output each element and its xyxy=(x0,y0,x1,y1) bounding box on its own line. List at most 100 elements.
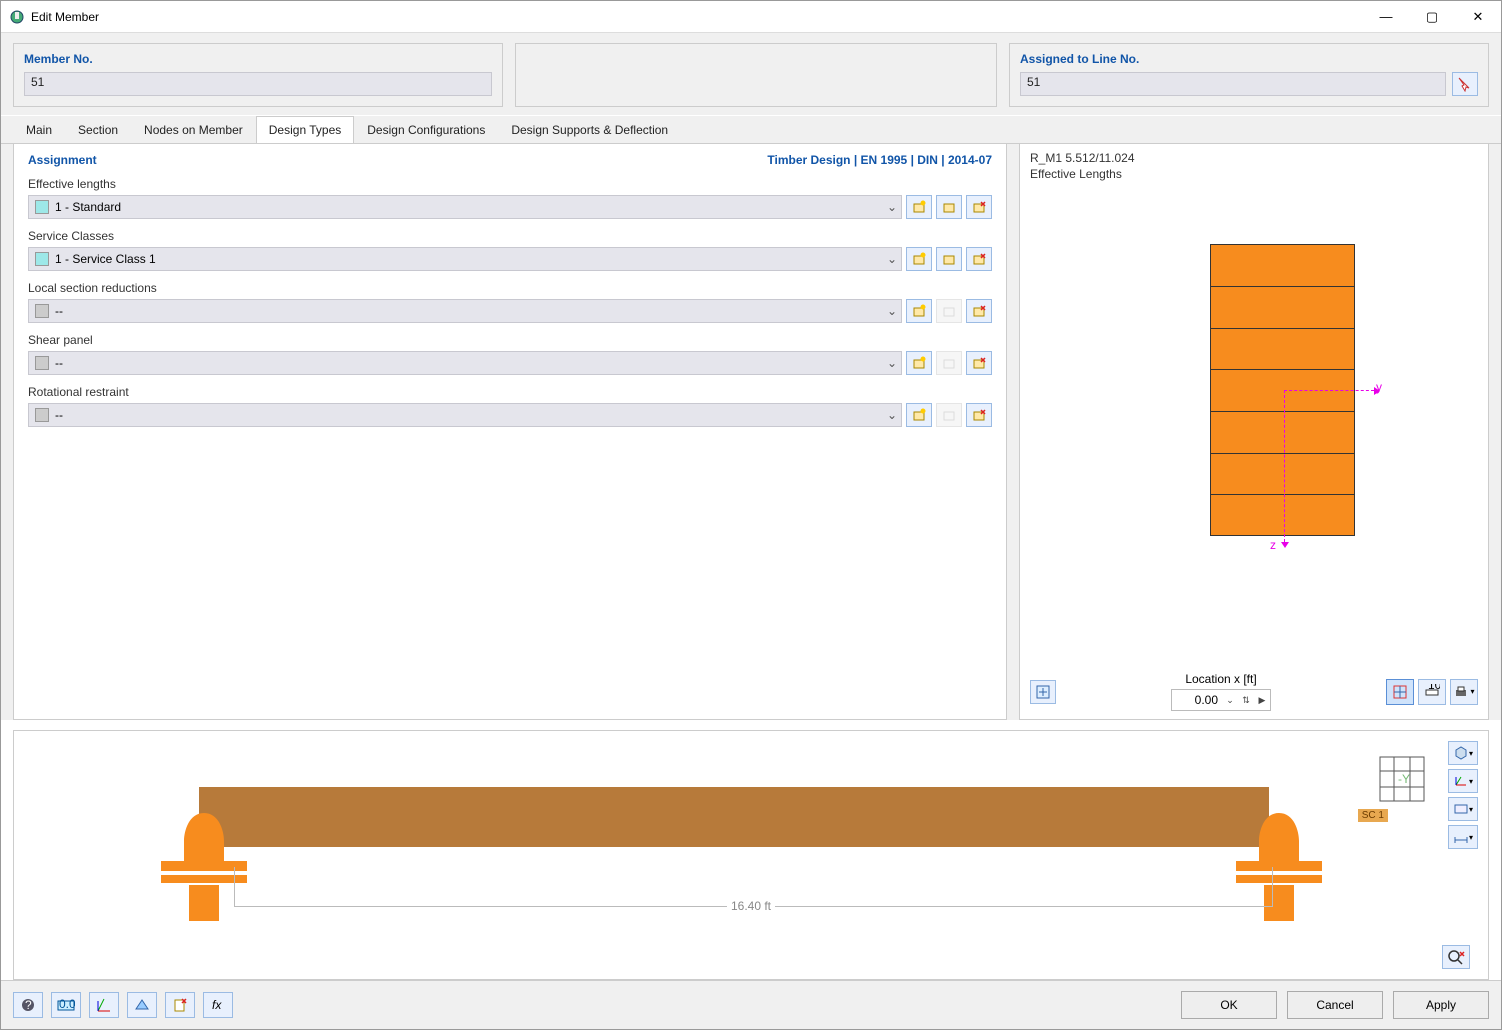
delete-service-class-button[interactable] xyxy=(966,247,992,271)
titlebar: Edit Member — ▢ ✕ xyxy=(1,1,1501,33)
tab-main[interactable]: Main xyxy=(13,116,65,143)
chevron-down-icon: ⌄ xyxy=(887,304,897,318)
render-mode-button[interactable] xyxy=(127,992,157,1018)
minimize-button[interactable]: — xyxy=(1363,1,1409,33)
assigned-line-input[interactable]: 51 xyxy=(1020,72,1446,96)
member-no-input[interactable]: 51 xyxy=(24,72,492,96)
swatch-icon xyxy=(35,252,49,266)
delete-effective-length-button[interactable] xyxy=(966,195,992,219)
axes-button[interactable]: ▾ xyxy=(1448,769,1478,793)
svg-text:?: ? xyxy=(25,998,32,1012)
edit-effective-length-button[interactable] xyxy=(936,195,962,219)
service-classes-combo[interactable]: 1 - Service Class 1 ⌄ xyxy=(28,247,902,271)
svg-text:100: 100 xyxy=(1428,684,1440,692)
cancel-button[interactable]: Cancel xyxy=(1287,991,1383,1019)
effective-lengths-label: Effective lengths xyxy=(28,177,992,191)
delete-local-reduction-button[interactable] xyxy=(966,299,992,323)
delete-rotational-restraint-button[interactable] xyxy=(966,403,992,427)
swatch-icon xyxy=(35,200,49,214)
new-service-class-button[interactable] xyxy=(906,247,932,271)
delete-shear-panel-button[interactable] xyxy=(966,351,992,375)
edit-shear-panel-button xyxy=(936,351,962,375)
shear-panel-combo[interactable]: -- ⌄ xyxy=(28,351,902,375)
updown-icon: ⇅ xyxy=(1238,695,1254,706)
swatch-icon xyxy=(35,356,49,370)
member-no-label: Member No. xyxy=(24,52,492,66)
new-effective-length-button[interactable] xyxy=(906,195,932,219)
span-dimension-label: 16.40 ft xyxy=(727,899,775,913)
shear-panel-label: Shear panel xyxy=(28,333,992,347)
maximize-button[interactable]: ▢ xyxy=(1409,1,1455,33)
svg-text:-Y: -Y xyxy=(1398,772,1410,786)
window-controls: — ▢ ✕ xyxy=(1363,1,1501,33)
service-classes-label: Service Classes xyxy=(28,229,992,243)
cross-section-viewport[interactable]: y z xyxy=(1030,182,1478,666)
assigned-line-panel: Assigned to Line No. 51 xyxy=(1009,43,1489,107)
function-button[interactable]: fx xyxy=(203,992,233,1018)
svg-text:0.00: 0.00 xyxy=(59,997,75,1011)
clipboard-button[interactable] xyxy=(165,992,195,1018)
section-options-button[interactable] xyxy=(1030,680,1056,704)
pick-line-button[interactable] xyxy=(1452,72,1478,96)
dimensions-button[interactable]: 100 xyxy=(1418,679,1446,705)
location-x-spinner[interactable]: 0.00 ⌄ ⇅ ▶ xyxy=(1171,689,1271,711)
chevron-down-icon: ⌄ xyxy=(887,356,897,370)
chevron-down-icon: ⌄ xyxy=(887,252,897,266)
close-button[interactable]: ✕ xyxy=(1455,1,1501,33)
tab-design-types[interactable]: Design Types xyxy=(256,116,355,143)
rotational-restraint-label: Rotational restraint xyxy=(28,385,992,399)
window-title: Edit Member xyxy=(31,10,1363,24)
edit-local-reduction-button xyxy=(936,299,962,323)
apply-button[interactable]: Apply xyxy=(1393,991,1489,1019)
chevron-down-icon: ⌄ xyxy=(887,408,897,422)
member-no-panel: Member No. 51 xyxy=(13,43,503,107)
units-button[interactable]: 0.00 xyxy=(51,992,81,1018)
fit-view-button[interactable] xyxy=(1386,679,1414,705)
chevron-down-icon: ⌄ xyxy=(887,200,897,214)
axis-z-icon xyxy=(1284,390,1285,542)
swatch-icon xyxy=(35,304,49,318)
design-standard-info: Timber Design | EN 1995 | DIN | 2014-07 xyxy=(767,153,992,167)
beam-icon xyxy=(199,787,1269,847)
print-button[interactable]: ▾ xyxy=(1450,679,1478,705)
chevron-down-icon: ⌄ xyxy=(1222,695,1238,706)
display-toggle-button[interactable]: ▾ xyxy=(1448,797,1478,821)
member-viewport[interactable]: SC 1 16.40 ft -Y ▾ ▾ ▾ ▾ xyxy=(13,730,1489,980)
nav-cube[interactable]: -Y xyxy=(1374,751,1430,807)
view-cube-button[interactable]: ▾ xyxy=(1448,741,1478,765)
new-shear-panel-button[interactable] xyxy=(906,351,932,375)
edit-service-class-button[interactable] xyxy=(936,247,962,271)
tab-design-supports-deflection[interactable]: Design Supports & Deflection xyxy=(498,116,681,143)
app-icon xyxy=(9,9,25,25)
service-class-tag: SC 1 xyxy=(1358,809,1388,822)
local-section-reductions-label: Local section reductions xyxy=(28,281,992,295)
tab-nodes-on-member[interactable]: Nodes on Member xyxy=(131,116,256,143)
local-section-reductions-combo[interactable]: -- ⌄ xyxy=(28,299,902,323)
axes-toggle-button[interactable] xyxy=(89,992,119,1018)
axis-z-label: z xyxy=(1270,538,1276,552)
ok-button[interactable]: OK xyxy=(1181,991,1277,1019)
tabs: Main Section Nodes on Member Design Type… xyxy=(1,116,1501,144)
assignment-heading: Assignment xyxy=(28,153,97,167)
tab-section[interactable]: Section xyxy=(65,116,131,143)
section-subtitle: Effective Lengths xyxy=(1030,167,1478,183)
new-local-reduction-button[interactable] xyxy=(906,299,932,323)
assigned-line-label: Assigned to Line No. xyxy=(1020,52,1478,66)
section-preview-pane: R_M1 5.512/11.024 Effective Lengths y z … xyxy=(1019,143,1489,720)
section-id-text: R_M1 5.512/11.024 xyxy=(1030,151,1478,167)
tab-design-configurations[interactable]: Design Configurations xyxy=(354,116,498,143)
dialog-footer: ? 0.00 fx OK Cancel Apply xyxy=(1,980,1501,1029)
assignment-pane: Assignment Timber Design | EN 1995 | DIN… xyxy=(13,143,1007,720)
svg-text:fx: fx xyxy=(212,998,222,1012)
rotational-restraint-combo[interactable]: -- ⌄ xyxy=(28,403,902,427)
edit-rotational-restraint-button xyxy=(936,403,962,427)
axis-y-icon xyxy=(1284,390,1374,391)
new-rotational-restraint-button[interactable] xyxy=(906,403,932,427)
effective-lengths-combo[interactable]: 1 - Standard ⌄ xyxy=(28,195,902,219)
zoom-reset-button[interactable] xyxy=(1442,945,1470,969)
help-button[interactable]: ? xyxy=(13,992,43,1018)
measure-button[interactable]: ▾ xyxy=(1448,825,1478,849)
axis-y-label: y xyxy=(1376,380,1382,394)
location-x-label: Location x [ft] xyxy=(1185,672,1256,686)
swatch-icon xyxy=(35,408,49,422)
